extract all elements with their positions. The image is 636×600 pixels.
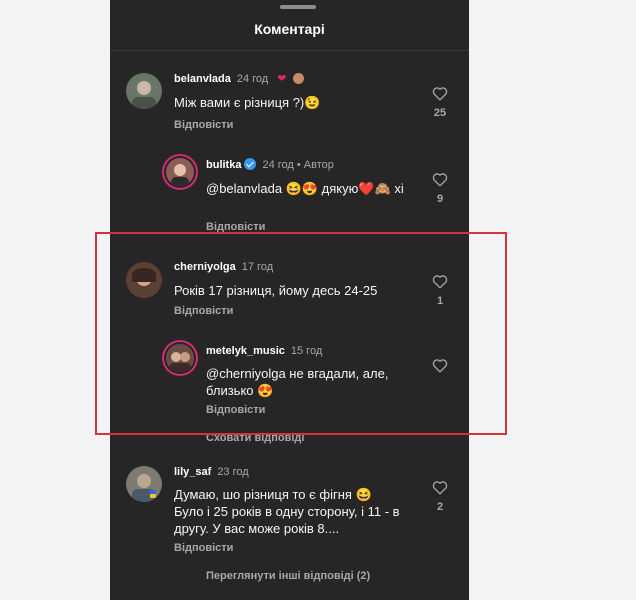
heart-outline-icon (432, 359, 448, 373)
avatar[interactable] (166, 344, 194, 372)
reply-button[interactable]: Відповісти (206, 221, 265, 233)
comment-text: @belanvlada 😆😍 дякую❤️🙈 хі (206, 181, 404, 196)
avatar[interactable] (126, 262, 162, 298)
avatar[interactable] (166, 158, 194, 186)
heart-outline-icon (432, 173, 448, 187)
comment-username[interactable]: cherniyolga (174, 261, 236, 273)
like-button[interactable]: 1 (430, 274, 450, 307)
reply-button[interactable]: Відповісти (206, 404, 265, 416)
heart-outline-icon (432, 275, 448, 289)
view-more-replies-link[interactable]: Переглянути інші відповіді (2) (206, 570, 370, 582)
like-button[interactable]: 9 (430, 172, 450, 205)
reply-button[interactable]: Відповісти (174, 119, 233, 131)
like-count: 2 (436, 501, 444, 513)
like-count: 9 (436, 193, 444, 205)
like-count: 25 (433, 107, 447, 119)
reply-button[interactable]: Відповісти (174, 542, 233, 554)
comment-time: 23 год (217, 466, 249, 478)
like-count: 1 (436, 295, 444, 307)
comment-time: 15 год (290, 345, 323, 357)
comment-username[interactable]: metelyk_music (206, 345, 285, 357)
comment-time: 24 год (236, 73, 269, 85)
comment-time: 17 год (241, 261, 274, 273)
heart-outline-icon (432, 87, 448, 101)
heart-outline-icon (432, 481, 448, 495)
drag-handle-icon[interactable] (280, 5, 316, 9)
like-button[interactable]: 2 (430, 480, 450, 513)
heart-reaction-icon: ❤ (277, 73, 287, 85)
comment-username[interactable]: belanvlada (174, 73, 231, 85)
comment-text: @cherniyolga не вгадали, але, близько 😍 (206, 366, 389, 398)
header-divider (110, 50, 469, 51)
comment-username[interactable]: lily_saf (174, 466, 211, 478)
author-liked-avatar (292, 73, 304, 84)
avatar[interactable] (126, 466, 162, 502)
comment-username[interactable]: bulitka (206, 159, 241, 171)
comment-text: Думаю, шо різниця то є фігня 😆 Було і 25… (174, 487, 400, 536)
comment-time: 24 год • Автор (262, 159, 334, 171)
like-button[interactable]: 25 (430, 86, 450, 119)
like-button[interactable] (430, 358, 450, 373)
comment-text: Років 17 різниця, йому десь 24-25 (174, 283, 378, 298)
comment-text: Між вами є різниця ?)😉 (174, 95, 321, 110)
comments-sheet: Коментарі belanvlada 24 год ❤ Між вами є … (110, 0, 469, 600)
hide-replies-link[interactable]: Сховати відповіді (206, 432, 304, 444)
verified-badge-icon (244, 158, 257, 170)
avatar[interactable] (126, 73, 162, 109)
page-title: Коментарі (254, 21, 325, 37)
reply-button[interactable]: Відповісти (174, 305, 233, 317)
